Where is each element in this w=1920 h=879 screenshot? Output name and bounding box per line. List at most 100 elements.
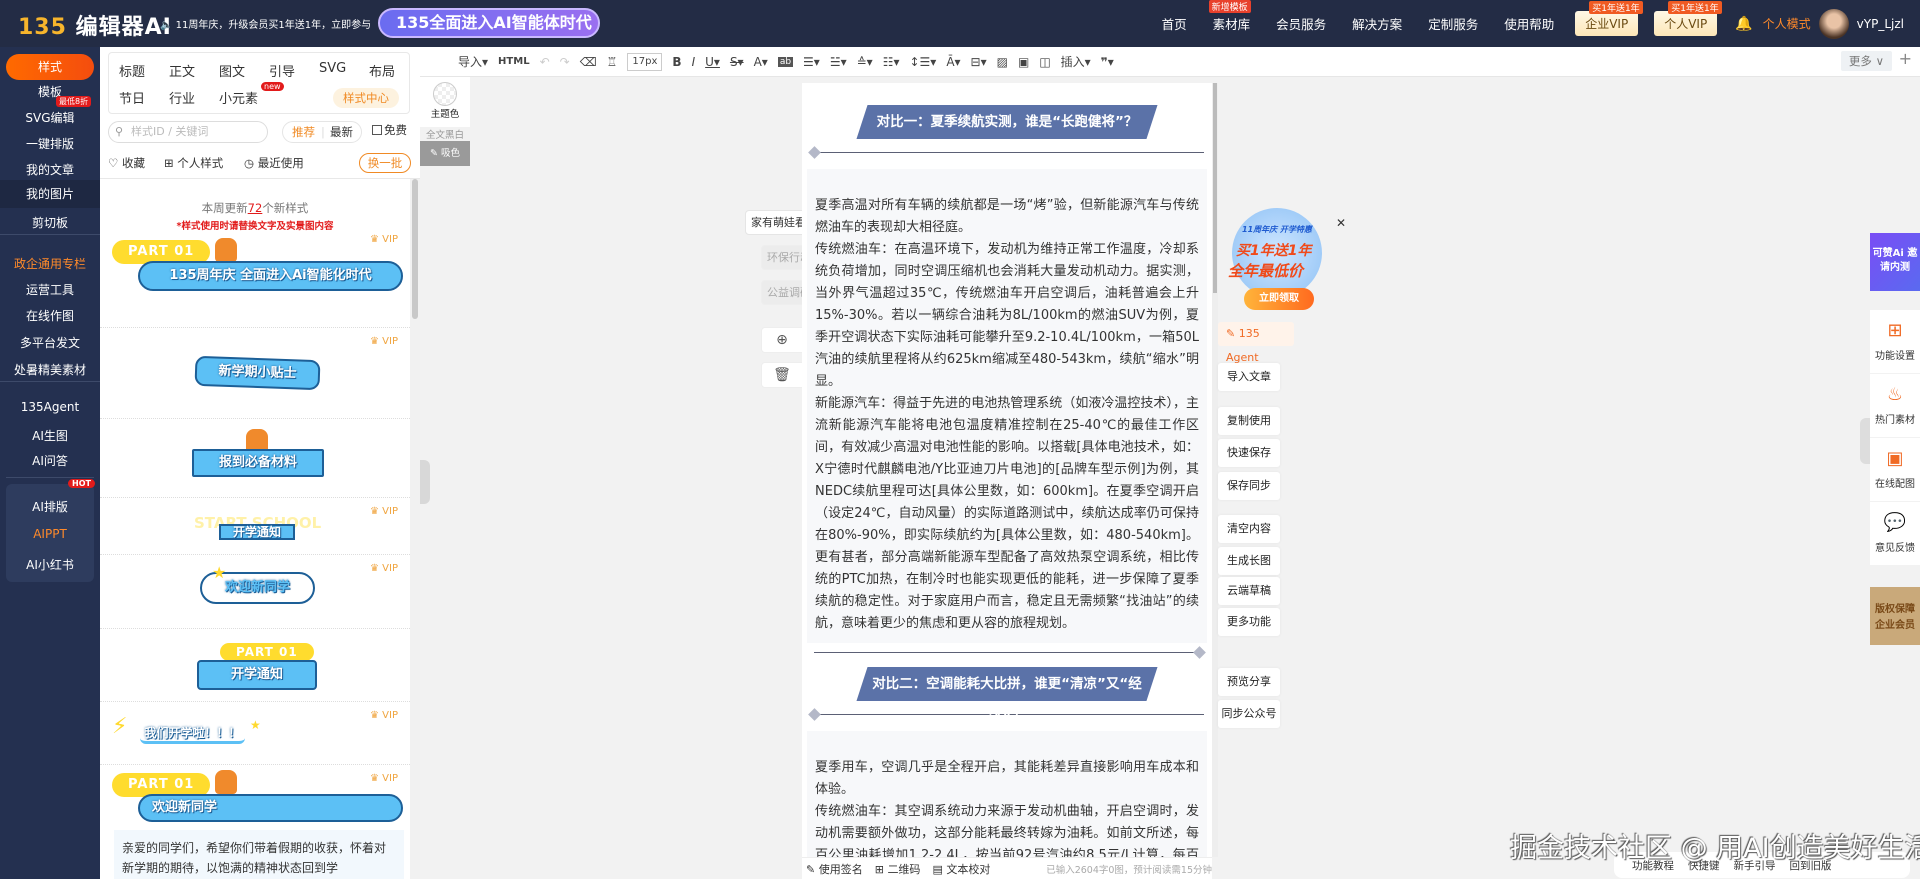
gallery-icon[interactable]: ◫ bbox=[1039, 55, 1050, 69]
eraser-icon[interactable]: ⌫ bbox=[580, 55, 597, 69]
article-editor[interactable]: 对比一：夏季续航实测，谁是“长跑健将”？ 夏季高温对所有车辆的续航都是一场“烤”… bbox=[802, 83, 1212, 857]
style-item[interactable]: 报到必备材料 bbox=[100, 419, 410, 498]
indent-icon[interactable]: ☱▾ bbox=[830, 55, 847, 69]
color-picker-button[interactable]: ✎ 吸色 bbox=[420, 141, 470, 166]
tab-industry[interactable]: 行业 bbox=[169, 88, 195, 107]
nav-solutions[interactable]: 解决方案 bbox=[1352, 14, 1402, 33]
paragraph-spacing-icon[interactable]: ≙▾ bbox=[857, 55, 873, 69]
background-color-icon[interactable]: ab bbox=[777, 56, 794, 67]
more-menu[interactable]: 更多 ∨ bbox=[1840, 51, 1892, 71]
strikethrough-icon[interactable]: S▾ bbox=[730, 55, 744, 69]
ai-promo-button[interactable]: 135全面进入AI智能体时代 bbox=[378, 8, 600, 38]
nav-membership[interactable]: 会员服务 bbox=[1276, 14, 1326, 33]
italic-icon[interactable]: I bbox=[692, 55, 696, 69]
quick-save-button[interactable]: 快速保存 bbox=[1218, 439, 1280, 467]
template-tab[interactable]: 环保行动 bbox=[761, 245, 803, 270]
delete-article-button[interactable]: 🗑 bbox=[761, 362, 803, 388]
tab-image-text[interactable]: 图文 bbox=[219, 61, 245, 80]
rail-hot-materials[interactable]: ♨ 热门素材 bbox=[1870, 374, 1920, 437]
enterprise-vip-button[interactable]: 买1年送1年 企业VIP bbox=[1575, 1, 1643, 36]
personal-vip-button[interactable]: 买1年送1年 个人VIP bbox=[1654, 1, 1722, 36]
sidebar-item-clipboard[interactable]: 剪切板 bbox=[0, 214, 100, 231]
sidebar-item-ops-tools[interactable]: 运营工具 bbox=[0, 281, 100, 298]
help-shortcuts[interactable]: 快捷键 bbox=[1688, 858, 1720, 873]
style-item[interactable]: ♛ VIP PART 01 欢迎新同学 亲爱的同学们，希望你们带着假期的收获，怀… bbox=[100, 765, 410, 879]
personal-styles-button[interactable]: ⊞ 个人样式 bbox=[164, 155, 223, 171]
nav-home[interactable]: 首页 bbox=[1162, 14, 1187, 33]
sidebar-item-ai-layout[interactable]: AI排版 bbox=[0, 498, 100, 515]
divider-icon[interactable]: ⊟▾ bbox=[971, 55, 987, 69]
cloud-drafts-button[interactable]: 云端草稿 bbox=[1218, 577, 1280, 605]
copyright-enterprise-banner[interactable]: 版权保障 企业会员 bbox=[1870, 587, 1920, 645]
quote-icon[interactable]: ❞▾ bbox=[1101, 55, 1114, 69]
agent-button[interactable]: ✎ 135 Agent bbox=[1218, 322, 1294, 364]
style-item[interactable]: ♛ VIP START SCHOOL 开学通知 bbox=[100, 498, 410, 555]
favorites-button[interactable]: ♡ 收藏 bbox=[108, 155, 145, 171]
rail-settings[interactable]: ⊞ 功能设置 bbox=[1870, 310, 1920, 373]
rail-feedback[interactable]: 💬 意见反馈 bbox=[1870, 502, 1920, 565]
sort-recommend[interactable]: 推荐 bbox=[292, 122, 315, 142]
scrollbar-thumb[interactable] bbox=[1213, 83, 1217, 293]
line-height-icon[interactable]: ↕☰▾ bbox=[909, 55, 936, 69]
bold-icon[interactable]: B bbox=[672, 55, 681, 69]
font-size-select[interactable]: 17px bbox=[627, 52, 663, 71]
style-search-input[interactable]: ⚲ 样式ID / 关键词 bbox=[108, 121, 268, 143]
style-item[interactable]: ♛ VIP 新学期小贴士 bbox=[100, 328, 410, 419]
style-item[interactable]: ♛ VIP 欢迎新同学 ★ bbox=[100, 555, 410, 629]
align-icon[interactable]: ☰▾ bbox=[803, 55, 820, 69]
promo-notice[interactable]: 🔈 11周年庆，升级会员买1年送1年，立即参与 bbox=[160, 16, 371, 31]
logo[interactable]: 135 编辑器AI bbox=[18, 9, 172, 41]
list-icon[interactable]: ☷▾ bbox=[883, 55, 900, 69]
theme-color-button[interactable]: 主题色 bbox=[420, 77, 470, 127]
sidebar-item-online-drawing[interactable]: 在线作图 bbox=[0, 307, 100, 324]
sidebar-item-gov-column[interactable]: 政企通用专栏 bbox=[0, 255, 100, 272]
preview-share-button[interactable]: 预览分享 bbox=[1218, 668, 1280, 696]
background-pattern-icon[interactable]: ▨ bbox=[997, 55, 1008, 69]
save-sync-button[interactable]: 保存同步 bbox=[1218, 472, 1280, 500]
import-article-button[interactable]: 导入文章 bbox=[1218, 363, 1280, 391]
nav-help[interactable]: 使用帮助 bbox=[1504, 14, 1554, 33]
copy-use-button[interactable]: 复制使用 bbox=[1218, 407, 1280, 435]
full-bw-button[interactable]: 全文黑白 bbox=[420, 127, 470, 141]
sync-wechat-button[interactable]: 同步公众号 bbox=[1218, 700, 1280, 728]
signature-button[interactable]: ✎ 使用签名 bbox=[806, 861, 863, 877]
style-panel-scrollbar[interactable] bbox=[410, 179, 420, 879]
style-item[interactable]: PART 01 开学通知 bbox=[100, 629, 410, 702]
promo-ad[interactable]: 11周年庆 开学特惠 买1年送1年 全年最低价 立即领取 ✕ bbox=[1218, 202, 1348, 314]
sidebar-item-ai-xiaohongshu[interactable]: AI小红书 bbox=[0, 556, 100, 573]
sort-latest[interactable]: 最新 bbox=[330, 122, 353, 142]
tab-holiday[interactable]: 节日 bbox=[119, 88, 145, 107]
style-center-button[interactable]: 样式中心 bbox=[333, 88, 399, 108]
tab-small-elements[interactable]: 小元素 bbox=[219, 88, 258, 107]
ai-invite-banner[interactable]: 可赞Ai 邀请内测 bbox=[1870, 233, 1920, 291]
tab-svg[interactable]: SVG bbox=[319, 61, 346, 76]
sidebar-item-svg-editor[interactable]: SVG编辑 bbox=[0, 109, 100, 126]
nav-custom[interactable]: 定制服务 bbox=[1428, 14, 1478, 33]
import-menu[interactable]: 导入▾ bbox=[458, 53, 488, 70]
tab-title[interactable]: 标题 bbox=[119, 61, 145, 80]
style-item[interactable]: ♛ VIP ⚡ 我们开学啦！！！ ★ bbox=[100, 702, 410, 765]
tab-layout[interactable]: 布局 bbox=[369, 61, 395, 80]
clear-content-button[interactable]: 清空内容 bbox=[1218, 515, 1280, 543]
nav-materials[interactable]: 新增模板 素材库 bbox=[1208, 0, 1251, 33]
swap-batch-button[interactable]: 换一批 bbox=[359, 153, 411, 173]
personal-mode-toggle[interactable]: 个人模式 bbox=[1763, 15, 1811, 32]
insert-menu[interactable]: 插入▾ bbox=[1061, 53, 1091, 70]
help-old-version[interactable]: 回到旧版 bbox=[1790, 858, 1832, 873]
sidebar-item-multi-platform[interactable]: 多平台发文 bbox=[0, 334, 100, 351]
editor-scrollbar[interactable] bbox=[1212, 83, 1218, 857]
sidebar-item-my-images[interactable]: 我的图片 bbox=[0, 180, 100, 208]
style-item[interactable]: ♛ VIP PART 01 135周年庆 全面进入Ai智能化时代 bbox=[100, 226, 410, 328]
sidebar-item-ai-image[interactable]: AI生图 bbox=[0, 427, 100, 444]
sidebar-item-one-click-layout[interactable]: 一键排版 bbox=[0, 135, 100, 152]
image-icon[interactable]: ▣ bbox=[1018, 55, 1029, 69]
template-tab[interactable]: 家有萌娃看 bbox=[745, 210, 803, 235]
sidebar-item-my-articles[interactable]: 我的文章 bbox=[0, 161, 100, 178]
sidebar-item-aippt[interactable]: AIPPT bbox=[0, 527, 100, 541]
sidebar-item-seasonal-materials[interactable]: 处暑精美素材 bbox=[0, 361, 100, 378]
tab-guide[interactable]: 引导 bbox=[269, 61, 295, 80]
sidebar-item-ai-qa[interactable]: AI问答 bbox=[0, 452, 100, 469]
sidebar-item-135agent[interactable]: 135Agent bbox=[0, 400, 100, 414]
username[interactable]: vYP_Ljzl bbox=[1857, 17, 1904, 31]
collapse-panel-handle[interactable] bbox=[420, 460, 430, 504]
